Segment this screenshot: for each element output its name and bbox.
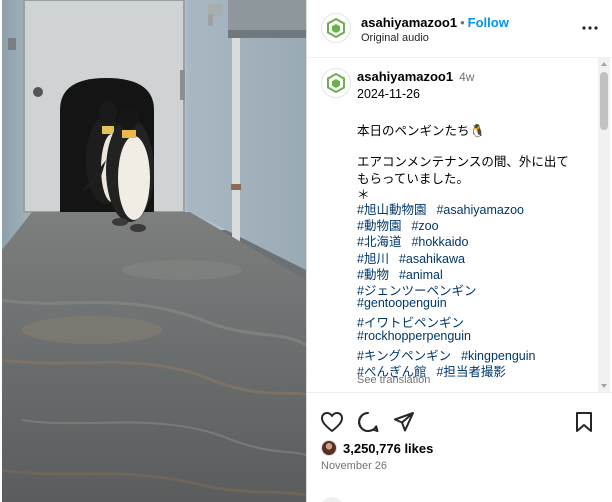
- audio-label[interactable]: Original audio: [361, 32, 429, 44]
- zoo-logo-icon[interactable]: [321, 13, 351, 43]
- heart-icon[interactable]: [319, 409, 345, 435]
- penguin-scene: [2, 0, 306, 502]
- liker-avatar: [321, 440, 337, 456]
- hashtag-link[interactable]: #gentoopenguin: [357, 296, 447, 310]
- post-age: 4w: [459, 70, 475, 84]
- follow-button[interactable]: Follow: [468, 15, 509, 30]
- caption-body-line: もらっていました。: [357, 172, 469, 186]
- caption-username[interactable]: asahiyamazoo1: [357, 69, 453, 84]
- caption-title: 本日のペンギンたち🐧: [357, 124, 486, 138]
- header-username[interactable]: asahiyamazoo1: [361, 15, 457, 30]
- post-header: asahiyamazoo1 • Follow Original audio: [307, 0, 612, 58]
- likes-count[interactable]: 3,250,776 likes: [343, 441, 433, 456]
- bookmark-icon[interactable]: [571, 409, 597, 435]
- caption-avatar[interactable]: [321, 68, 351, 98]
- post-date[interactable]: November 26: [321, 460, 387, 472]
- hashtag-link[interactable]: #asahiyamazoo: [436, 203, 524, 217]
- likes-row[interactable]: 3,250,776 likes: [321, 440, 433, 456]
- hashtag-row: #rockhopperpenguin: [357, 329, 471, 343]
- share-icon[interactable]: [391, 409, 417, 435]
- caption-area: asahiyamazoo1 4w 2024-11-26 本日のペンギンたち🐧 エア…: [307, 58, 612, 392]
- hashtag-link[interactable]: #rockhopperpenguin: [357, 329, 471, 343]
- comment-avatar-stub: [321, 497, 343, 502]
- scroll-down-arrow[interactable]: [601, 384, 607, 388]
- scroll-up-arrow[interactable]: [601, 62, 607, 66]
- see-translation-link[interactable]: See translation: [357, 374, 430, 386]
- header-username-row: asahiyamazoo1 • Follow: [361, 15, 509, 30]
- caption-scrollbar[interactable]: [598, 58, 610, 392]
- comment-icon[interactable]: [355, 409, 381, 435]
- scroll-thumb[interactable]: [600, 72, 608, 130]
- hashtag-link[interactable]: #担当者撮影: [436, 365, 505, 379]
- action-bar: 3,250,776 likes November 26: [307, 392, 612, 502]
- caption-date: 2024-11-26: [357, 87, 421, 101]
- more-icon[interactable]: [580, 18, 600, 38]
- post-details-panel: asahiyamazoo1 • Follow Original audio as…: [307, 0, 612, 502]
- caption-username-row: asahiyamazoo1 4w: [357, 69, 474, 84]
- instagram-post-window: asahiyamazoo1 • Follow Original audio as…: [0, 0, 612, 502]
- post-video[interactable]: [2, 0, 306, 502]
- zoo-logo-icon: [327, 73, 345, 93]
- separator-dot: •: [460, 15, 465, 30]
- hashtag-row: #gentoopenguin: [357, 296, 447, 310]
